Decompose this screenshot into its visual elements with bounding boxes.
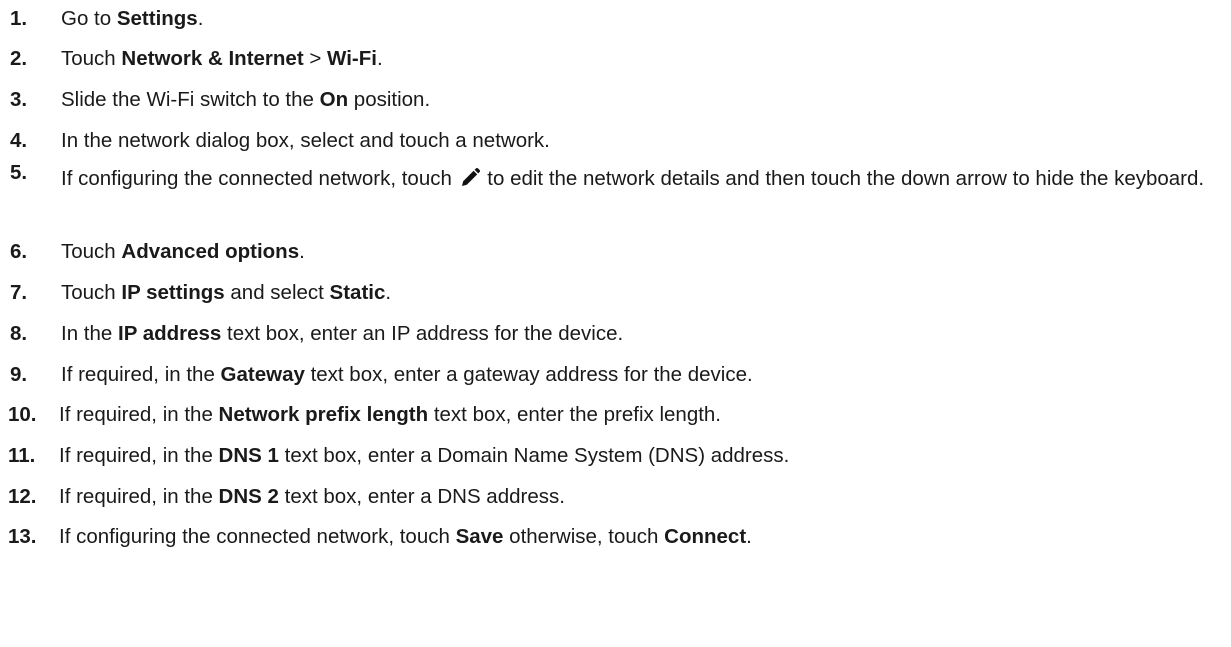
ui-term: DNS 2 [218,485,279,508]
step-12: 12. If required, in the DNS 2 text box, … [0,482,1225,511]
step-2: 2. Touch Network & Internet > Wi-Fi. [0,44,1225,73]
step-text: Touch Advanced options. [61,237,1225,266]
text-run: . [299,240,305,263]
step-13: 13. If configuring the connected network… [0,522,1225,551]
text-run: If configuring the connected network, to… [61,167,458,190]
step-text: In the IP address text box, enter an IP … [61,319,1225,348]
text-run: otherwise, touch [503,525,665,548]
ui-term: Network prefix length [218,403,429,426]
ui-term: Gateway [220,363,305,386]
ui-term: IP settings [121,281,225,304]
step-number: 1. [10,7,28,30]
step-text: If required, in the DNS 2 text box, ente… [59,482,1225,511]
text-run: In the network dialog box, select and to… [61,129,550,152]
step-3: 3. Slide the Wi-Fi switch to the On posi… [0,85,1225,114]
step-text: If required, in the Network prefix lengt… [59,400,1225,429]
step-text: Touch Network & Internet > Wi-Fi. [61,44,1225,73]
step-number: 3. [10,88,28,111]
step-number: 8. [10,322,28,345]
text-run: If required, in the [59,403,219,426]
text-run: . [385,281,392,304]
step-number: 4. [10,129,28,152]
text-run: text box, enter the prefix length. [428,403,722,426]
pencil-icon [460,166,480,188]
step-number: 5. [10,161,28,184]
step-number: 7. [10,281,28,304]
step-number: 10. [8,403,37,426]
text-run: to edit the network details and then tou… [481,167,1205,190]
step-number: 9. [10,363,28,386]
step-text: If configuring the connected network, to… [59,522,1225,551]
step-text: In the network dialog box, select and to… [61,126,1225,155]
text-run: If required, in the [59,444,219,467]
step-11: 11. If required, in the DNS 1 text box, … [0,441,1225,470]
text-run: Touch [61,47,122,70]
text-run: In the [61,322,118,345]
instruction-steps-list: 1. Go to Settings. 2. Touch Network & In… [0,0,1231,647]
text-run: text box, enter a Domain Name System (DN… [278,444,790,467]
step-8: 8. In the IP address text box, enter an … [0,319,1225,348]
step-7: 7. Touch IP settings and select Static. [0,278,1225,307]
step-text: Touch IP settings and select Static. [61,278,1225,307]
step-number: 12. [8,485,37,508]
ui-term: Network & Internet [121,47,304,70]
text-run: . [197,7,204,30]
text-run: Go to [61,7,117,30]
text-run: If required, in the [59,485,219,508]
ui-term: Wi-Fi [327,47,377,70]
step-6: 6. Touch Advanced options. [0,237,1225,266]
step-number: 6. [10,240,28,263]
step-9: 9. If required, in the Gateway text box,… [0,360,1225,389]
step-10: 10. If required, in the Network prefix l… [0,400,1225,429]
step-number: 2. [10,47,28,70]
text-run: position. [348,88,431,111]
ui-term: On [319,88,349,111]
ui-term: Settings [116,7,198,30]
ui-term: Advanced options [121,240,300,263]
step-number: 13. [8,525,37,548]
step-text: If configuring the connected network, to… [61,164,1225,193]
step-text: If required, in the DNS 1 text box, ente… [59,441,1225,470]
ui-term: Save [455,525,504,548]
text-run: text box, enter a DNS address. [278,485,565,508]
step-5: 5. If configuring the connected network,… [0,161,1225,193]
text-run: Touch [61,240,122,263]
step-text: Slide the Wi-Fi switch to the On positio… [61,85,1225,114]
text-run: . [376,47,383,70]
step-number: 11. [8,444,36,467]
ui-term: Connect [664,525,747,548]
ui-term: DNS 1 [218,444,279,467]
ui-term: IP address [118,322,222,345]
ui-term: Static [329,281,386,304]
step-text: Go to Settings. [61,4,1225,33]
text-run: . [746,525,752,548]
step-text: If required, in the Gateway text box, en… [61,360,1225,389]
text-run: and select [224,281,330,304]
text-run: > [303,47,328,70]
text-run: text box, enter a gateway address for th… [304,363,753,386]
text-run: If configuring the connected network, to… [59,525,456,548]
text-run: Touch [61,281,122,304]
step-1: 1. Go to Settings. [0,4,1225,33]
text-run: Slide the Wi-Fi switch to the [61,88,320,111]
text-run: text box, enter an IP address for the de… [221,322,624,345]
step-4: 4. In the network dialog box, select and… [0,126,1225,155]
text-run: If required, in the [61,363,221,386]
